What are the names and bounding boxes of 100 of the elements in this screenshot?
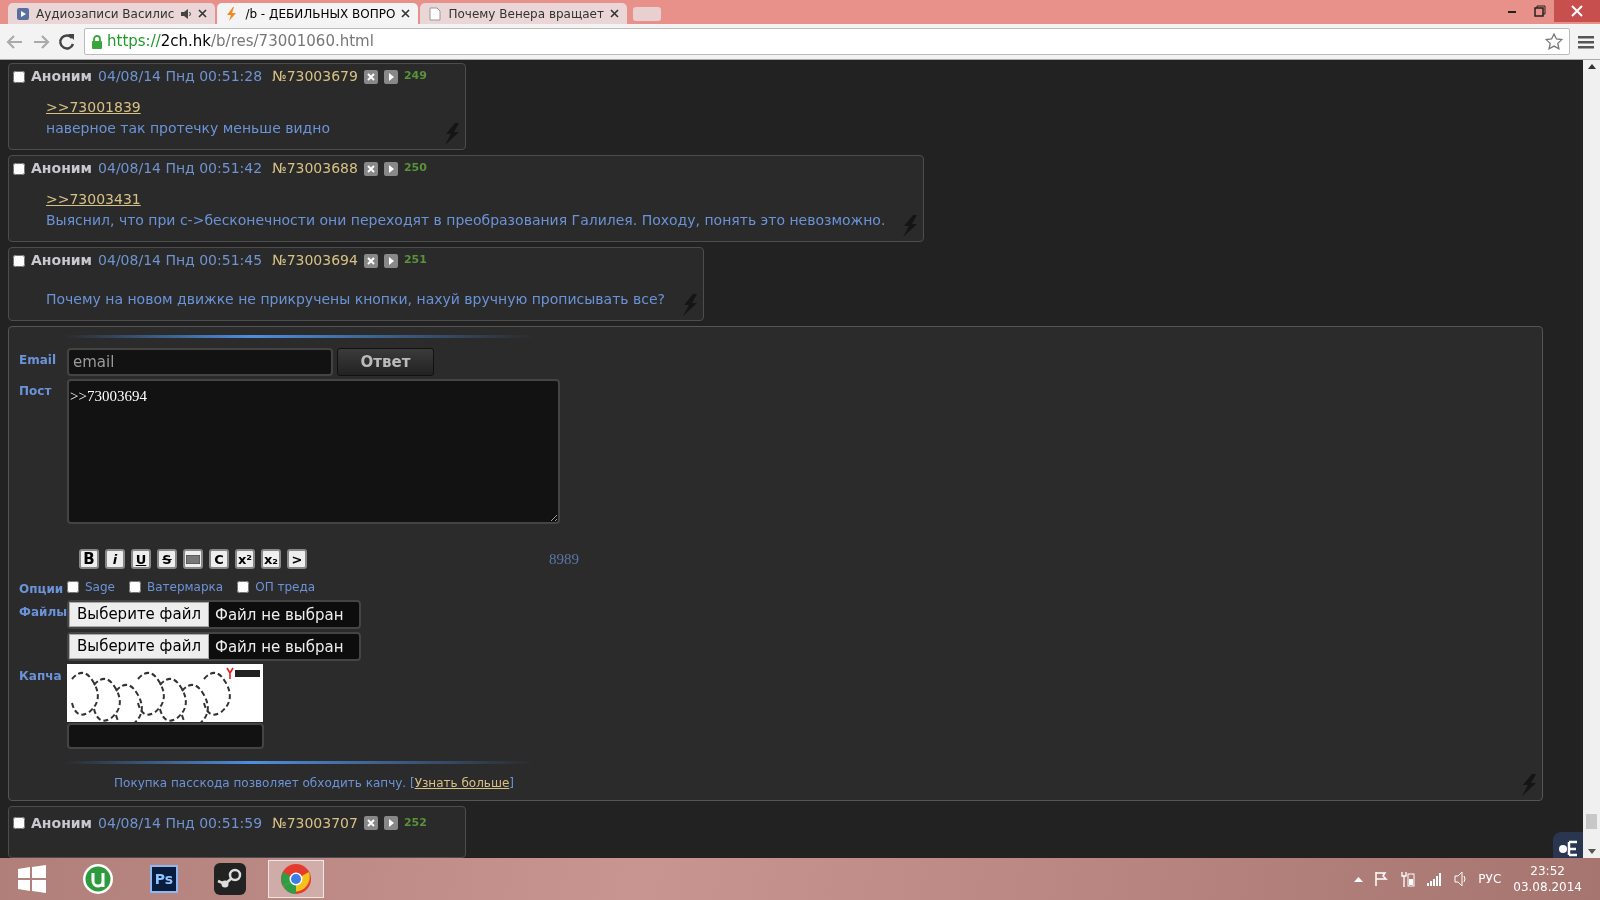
reload-icon[interactable] <box>58 32 76 51</box>
option-checkbox[interactable] <box>237 581 250 593</box>
scroll-thumb[interactable] <box>1586 814 1597 829</box>
hide-icon[interactable] <box>363 253 378 268</box>
scroll-down-icon[interactable] <box>1587 849 1596 854</box>
tab-title: /b - ДЕБИЛЬНЫХ ВОПРО <box>245 5 396 23</box>
post-number-link[interactable]: №73003679 <box>272 66 358 87</box>
play-icon[interactable] <box>383 253 398 268</box>
browser-tab[interactable]: Аудиозаписи Василис <box>8 3 216 24</box>
field-label: Файлы <box>19 603 67 621</box>
option-label: Sage <box>85 579 115 596</box>
post-text: наверное так протечку меньше видно <box>46 119 331 138</box>
file-status-text: Файл не выбран <box>214 604 345 626</box>
signal-icon[interactable] <box>1427 872 1443 886</box>
email-field[interactable]: email <box>67 348 333 376</box>
post-checkbox[interactable] <box>13 254 25 267</box>
round-browser-icon <box>280 863 312 895</box>
windows-logo-icon[interactable] <box>18 865 46 893</box>
option-checkbox[interactable] <box>129 581 141 593</box>
browser-tab[interactable]: Почему Венера вращает <box>420 3 627 24</box>
passcode-note: Покупка пасскода позволяет обходить капчу. [Узнать больше] <box>113 774 515 792</box>
address-bar[interactable]: https://2ch.hk/b/res/73001060.html <box>84 28 1570 55</box>
field-label: Капча <box>19 667 63 685</box>
captcha-field[interactable] <box>67 722 264 749</box>
post-date: 04/08/14 Пнд 00:51:28 <box>98 67 263 86</box>
page-icon <box>16 6 30 21</box>
post-number-link[interactable]: №73003707 <box>272 812 358 834</box>
post-number-link[interactable]: №73003688 <box>272 158 358 179</box>
tab-title: Аудиозаписи Василис <box>36 5 175 23</box>
lock-icon <box>91 33 103 50</box>
option-checkbox[interactable] <box>67 581 79 593</box>
reply-link[interactable]: >>73003431 <box>46 189 141 210</box>
file-status-text: Файл не выбран <box>214 636 345 658</box>
post-checkbox[interactable] <box>13 162 25 175</box>
hide-icon[interactable] <box>363 816 378 830</box>
post-checkbox[interactable] <box>13 70 25 83</box>
post-count: 249 <box>403 68 427 85</box>
format-button[interactable]: B <box>79 549 99 570</box>
close-icon[interactable] <box>198 9 208 18</box>
option-label: Ватермарка <box>147 579 224 596</box>
hide-icon[interactable] <box>363 69 378 84</box>
close-icon[interactable] <box>610 9 619 18</box>
hide-icon[interactable] <box>363 161 378 176</box>
post-checkbox[interactable] <box>13 817 25 829</box>
browser-tab[interactable]: /b - ДЕБИЛЬНЫХ ВОПРО <box>217 3 419 24</box>
clock-time[interactable]: 23:52 <box>1513 862 1582 879</box>
close-icon[interactable] <box>401 9 411 18</box>
format-button[interactable]: S <box>157 549 177 570</box>
format-button[interactable]: > <box>287 549 307 570</box>
field-label: Пост <box>19 383 53 400</box>
post-text: Выяснил, что при c->бесконечности они переходят в преобразования Галилея. Походу, понять это невозможно. <box>46 211 886 230</box>
post-count: 252 <box>403 814 427 831</box>
scrollbar[interactable] <box>1583 60 1600 858</box>
star-icon[interactable] <box>1545 32 1563 51</box>
post-text: Почему на новом движке не прикручены кнопки, нахуй вручную прописывать все? <box>46 290 665 309</box>
post-date: 04/08/14 Пнд 00:51:45 <box>98 251 263 270</box>
poster-name: Аноним <box>31 251 93 270</box>
flag-icon[interactable] <box>1375 872 1390 886</box>
steam-app-icon <box>214 863 246 895</box>
post-count: 251 <box>403 252 427 269</box>
menu-icon[interactable] <box>1578 34 1594 49</box>
poster-name: Аноним <box>31 159 93 178</box>
tab-title: Почему Венера вращает <box>448 5 604 23</box>
poster-name: Аноним <box>31 67 93 86</box>
up-arrow-icon[interactable] <box>1354 876 1364 882</box>
taskbar-app-button[interactable]: Ps <box>136 860 192 898</box>
play-icon[interactable] <box>383 69 398 84</box>
option-label: ОП треда <box>255 579 316 596</box>
play-icon[interactable] <box>383 816 398 830</box>
reply-link[interactable]: >>73001839 <box>46 97 141 118</box>
field-label: Email <box>19 352 58 369</box>
file-input-field[interactable]: Выберите файл Файл не выбран <box>67 599 362 629</box>
scroll-up-icon[interactable] <box>1587 64 1596 69</box>
choose-file-button[interactable]: Выберите файл <box>69 601 209 627</box>
format-button[interactable]: i <box>105 549 125 570</box>
battery-icon[interactable] <box>1401 871 1416 887</box>
speaker-icon[interactable] <box>1454 872 1467 886</box>
play-icon[interactable] <box>383 161 398 176</box>
clock-date[interactable]: 03.08.2014 <box>1513 879 1582 896</box>
file-input-field[interactable]: Выберите файл Файл не выбран <box>67 631 362 661</box>
reply-button[interactable]: Ответ <box>337 348 434 376</box>
post-date: 04/08/14 Пнд 00:51:59 <box>98 813 263 833</box>
restore-icon[interactable] <box>1534 5 1546 17</box>
learn-more-link[interactable]: Узнать больше <box>414 775 510 790</box>
bar-icon <box>186 554 200 564</box>
url-text: https://2ch.hk/b/res/73001060.html <box>107 31 375 53</box>
format-button[interactable]: x² <box>235 549 255 570</box>
spoiler-button[interactable] <box>183 549 203 570</box>
post-number-link[interactable]: №73003694 <box>272 250 358 271</box>
format-button[interactable]: U <box>131 549 151 570</box>
format-button[interactable]: x₂ <box>261 549 281 570</box>
post-count: 250 <box>403 160 427 177</box>
format-button[interactable]: C <box>209 549 229 570</box>
torrent-app-icon <box>82 863 114 895</box>
language-indicator[interactable]: РУС <box>1478 870 1502 888</box>
post-field[interactable]: >>73003694 <box>67 379 560 524</box>
choose-file-button[interactable]: Выберите файл <box>69 633 209 659</box>
widget-icon[interactable] <box>1553 832 1583 858</box>
document-icon <box>428 6 443 21</box>
post-date: 04/08/14 Пнд 00:51:42 <box>98 159 263 178</box>
